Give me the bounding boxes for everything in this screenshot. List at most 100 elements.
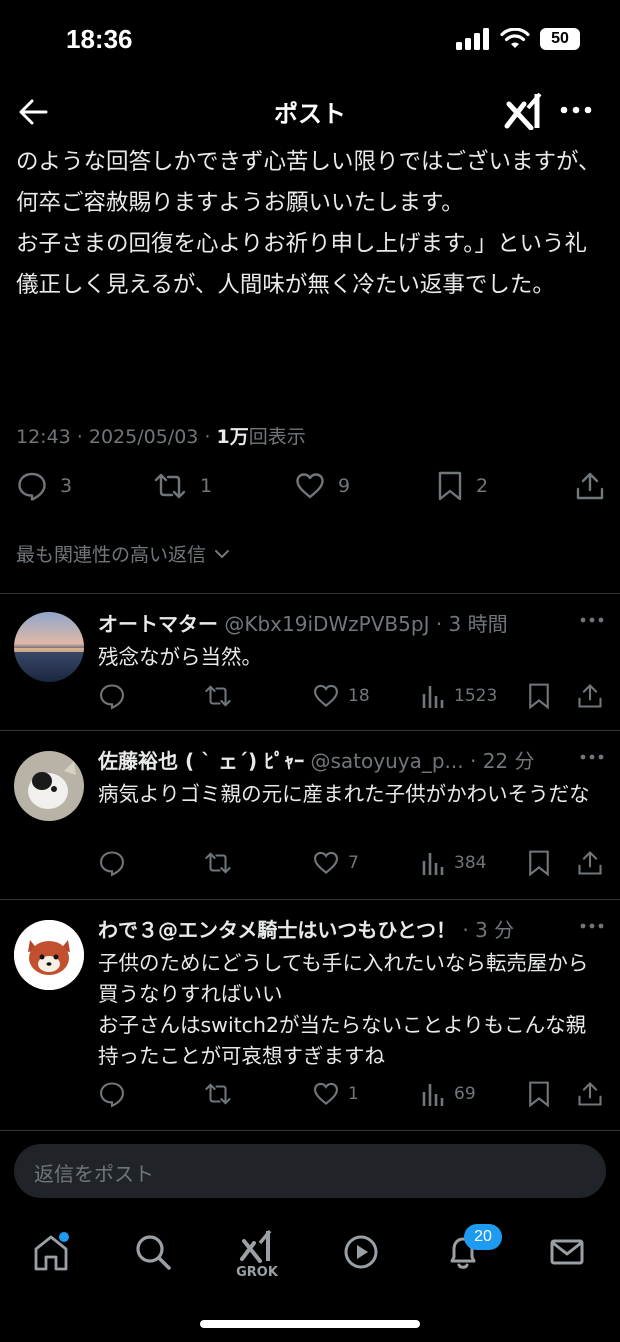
repost-icon <box>154 473 186 499</box>
tab-grok[interactable]: GROK <box>232 1227 282 1287</box>
repost-count: 1 <box>200 475 213 497</box>
like-action[interactable]: 9 <box>294 470 350 502</box>
post-views-count: 1万 <box>216 426 249 448</box>
battery-indicator: 50 <box>540 28 580 50</box>
views-action[interactable]: 69 <box>420 1080 476 1108</box>
signal-icon <box>456 28 490 50</box>
share-action[interactable] <box>576 849 604 877</box>
share-icon <box>578 851 602 875</box>
more-icon <box>580 754 604 760</box>
search-icon <box>136 1235 171 1270</box>
bookmark-icon <box>529 1081 549 1108</box>
repost-icon <box>205 852 231 874</box>
bookmark-action[interactable]: 2 <box>436 470 488 502</box>
reply-compose-input[interactable]: 返信をポスト <box>14 1144 606 1198</box>
share-icon <box>576 472 604 500</box>
bookmark-action[interactable] <box>526 1080 552 1108</box>
wifi-icon <box>500 28 530 50</box>
back-arrow-icon <box>19 99 48 125</box>
tab-video[interactable] <box>336 1227 386 1277</box>
back-button[interactable] <box>14 92 54 132</box>
views-action[interactable]: 384 <box>420 849 486 877</box>
share-action[interactable] <box>576 682 604 710</box>
reply-action[interactable] <box>98 1080 126 1108</box>
analytics-icon <box>422 853 444 875</box>
reply-sort-dropdown[interactable]: 最も関連性の高い返信 <box>16 540 232 567</box>
reply-author-name[interactable]: わで３@エンタメ騎士はいつもひとつ！ <box>98 918 456 942</box>
reply-author-name[interactable]: 佐藤裕也 ( ` ェ´) ﾋﾟｬｰ <box>98 749 304 773</box>
avatar[interactable] <box>14 751 84 821</box>
grok-button[interactable] <box>504 90 546 130</box>
repost-icon <box>205 685 231 707</box>
reply-action[interactable] <box>98 849 126 877</box>
play-icon <box>344 1235 378 1269</box>
reply-compose-placeholder: 返信をポスト <box>34 1162 154 1186</box>
reply-header: わで３@エンタメ騎士はいつもひとつ！ · 3 分 <box>98 914 578 943</box>
reply-handle-time: · 3 分 <box>456 918 515 942</box>
reply-icon <box>100 1082 124 1108</box>
share-action[interactable] <box>576 1080 604 1108</box>
grok-icon <box>240 1229 272 1263</box>
views-action[interactable]: 1523 <box>420 682 497 710</box>
reply-header: オートマター @Kbx19iDWzPVB5pJ · 3 時間 <box>98 608 578 637</box>
reply-author-name[interactable]: オートマター <box>98 612 218 636</box>
home-indicator[interactable] <box>200 1320 420 1328</box>
reply-action[interactable] <box>98 682 126 710</box>
bookmark-action[interactable] <box>526 849 552 877</box>
avatar[interactable] <box>14 920 84 990</box>
views-count: 384 <box>454 853 487 873</box>
tab-home[interactable] <box>26 1227 76 1277</box>
like-count: 7 <box>348 853 359 873</box>
reply-actions: 7 384 <box>0 849 620 881</box>
analytics-icon <box>422 686 444 708</box>
reply-item[interactable]: 佐藤裕也 ( ` ェ´) ﾋﾟｬｰ @satoyuya_p... · 22 分 … <box>0 731 620 899</box>
reply-more-button[interactable] <box>578 916 606 936</box>
share-icon <box>578 684 602 708</box>
like-action[interactable]: 7 <box>312 849 359 877</box>
reply-item[interactable]: わで３@エンタメ騎士はいつもひとつ！ · 3 分 子供のためにどうしても手に入れ… <box>0 900 620 1130</box>
repost-action[interactable] <box>203 1080 233 1108</box>
post-text: のような回答しかできず心苦しい限りではございますが、何卒ご容赦賜りますようお願い… <box>16 149 601 298</box>
heart-icon <box>314 1082 338 1105</box>
tab-messages[interactable] <box>542 1227 592 1277</box>
reply-sort-label: 最も関連性の高い返信 <box>16 544 207 566</box>
avatar[interactable] <box>14 612 84 682</box>
top-header: ポスト <box>0 80 620 142</box>
divider <box>0 1130 620 1131</box>
tab-search[interactable] <box>128 1227 178 1277</box>
reply-text: 子供のためにどうしても手に入れたいなら転売屋から買うなりすればいい お子さんはs… <box>98 951 589 1068</box>
xai-logo-icon <box>504 92 542 130</box>
like-count: 9 <box>338 475 351 497</box>
grok-label: GROK <box>236 1265 278 1280</box>
more-icon <box>560 106 592 114</box>
share-action[interactable] <box>574 470 606 502</box>
like-action[interactable]: 18 <box>312 682 370 710</box>
reply-more-button[interactable] <box>578 747 606 767</box>
repost-action[interactable] <box>203 849 233 877</box>
share-icon <box>578 1082 602 1106</box>
post-actions: 3 1 9 2 <box>0 470 620 510</box>
repost-action[interactable] <box>203 682 233 710</box>
bookmark-count: 2 <box>476 475 489 497</box>
heart-icon <box>314 684 338 707</box>
like-count: 1 <box>348 1084 359 1104</box>
reply-icon <box>100 684 124 710</box>
reply-item[interactable]: オートマター @Kbx19iDWzPVB5pJ · 3 時間 残念ながら当然。 … <box>0 594 620 729</box>
reply-more-button[interactable] <box>578 610 606 630</box>
status-time: 18:36 <box>66 24 133 54</box>
reply-text: 残念ながら当然。 <box>98 645 262 669</box>
reply-action[interactable]: 3 <box>16 470 72 502</box>
analytics-icon <box>422 1084 444 1106</box>
bookmark-icon <box>438 471 462 501</box>
bookmark-action[interactable] <box>526 682 552 710</box>
reply-header: 佐藤裕也 ( ` ェ´) ﾋﾟｬｰ @satoyuya_p... · 22 分 <box>98 745 578 774</box>
bookmark-icon <box>529 683 549 710</box>
status-bar: 18:36 50 <box>0 0 620 80</box>
more-options-button[interactable] <box>556 94 596 126</box>
more-icon <box>580 617 604 623</box>
like-action[interactable]: 1 <box>312 1080 359 1108</box>
repost-action[interactable]: 1 <box>152 470 212 502</box>
home-icon <box>34 1232 69 1271</box>
reply-handle-time: @Kbx19iDWzPVB5pJ · 3 時間 <box>218 612 508 636</box>
views-count: 69 <box>454 1084 476 1104</box>
